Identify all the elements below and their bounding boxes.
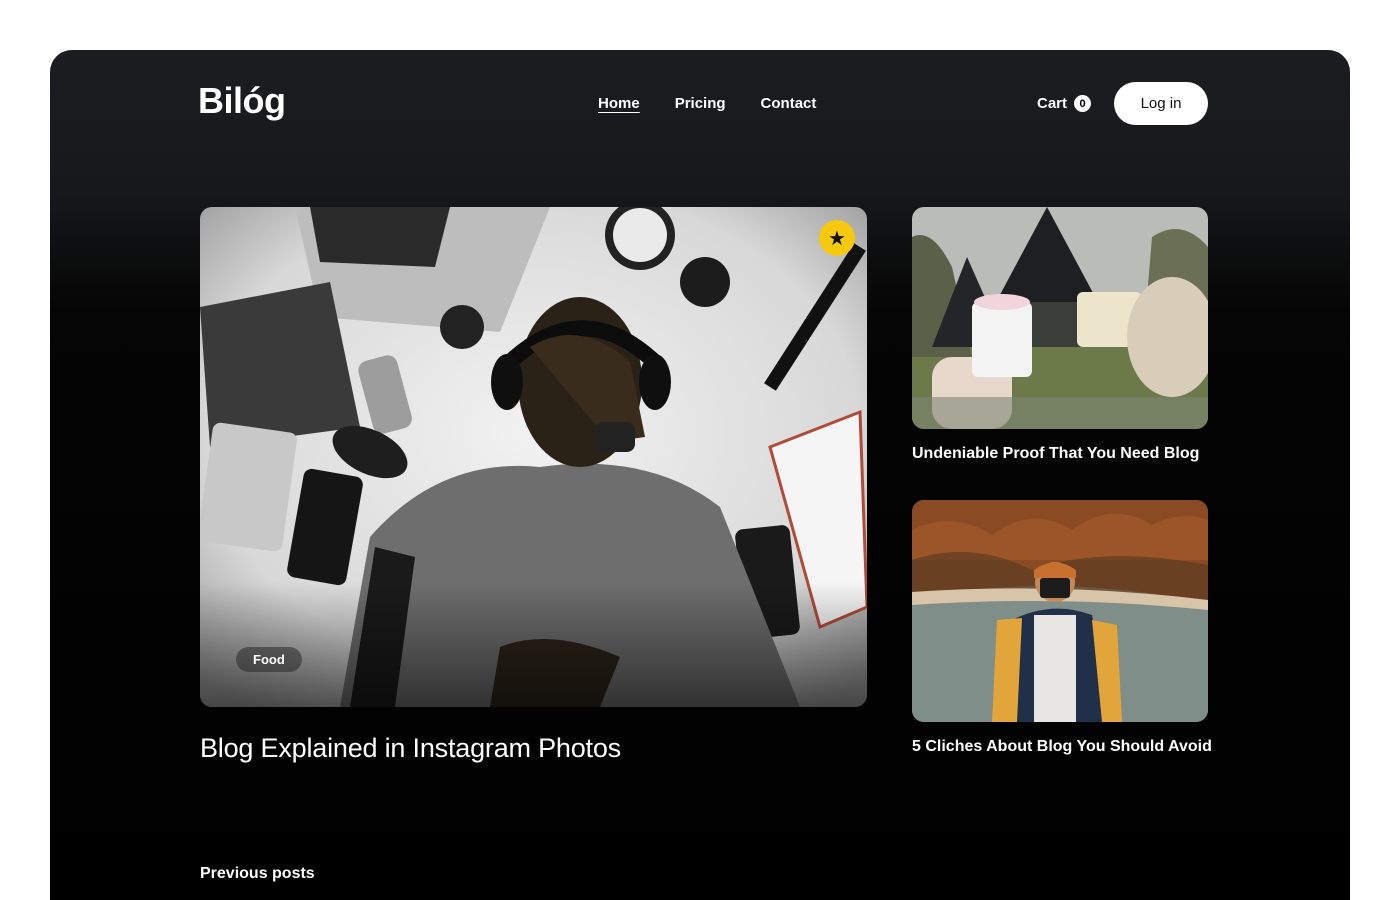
cabin-mugs-photo <box>912 207 1208 429</box>
featured-photo <box>200 207 867 707</box>
featured-post-title[interactable]: Blog Explained in Instagram Photos <box>200 733 621 764</box>
nav-contact-link[interactable]: Contact <box>761 95 817 112</box>
main-nav: Home Pricing Contact <box>598 95 816 112</box>
star-icon: ★ <box>828 227 846 250</box>
nav-home-link[interactable]: Home <box>598 95 640 112</box>
login-button[interactable]: Log in <box>1114 82 1208 125</box>
side-post-title-1[interactable]: Undeniable Proof That You Need Blog <box>912 445 1199 463</box>
cart-label: Cart <box>1037 95 1068 112</box>
side-post-image-1[interactable] <box>912 207 1208 429</box>
cart-count-badge: 0 <box>1074 95 1092 112</box>
site-logo[interactable]: Bilóg <box>198 80 286 122</box>
previous-posts-heading: Previous posts <box>200 865 315 882</box>
side-post-title-2[interactable]: 5 Cliches About Blog You Should Avoid <box>912 738 1212 756</box>
page-frame: Bilóg Home Pricing Contact Cart 0 Log in <box>50 50 1350 900</box>
favorite-star-badge[interactable]: ★ <box>819 220 855 256</box>
photographer-lake-photo <box>912 500 1208 722</box>
featured-post-image[interactable]: ★ Food <box>200 207 867 707</box>
cart-button[interactable]: Cart 0 <box>1037 95 1092 112</box>
category-tag[interactable]: Food <box>236 647 302 672</box>
nav-pricing-link[interactable]: Pricing <box>675 95 726 112</box>
side-post-image-2[interactable] <box>912 500 1208 722</box>
